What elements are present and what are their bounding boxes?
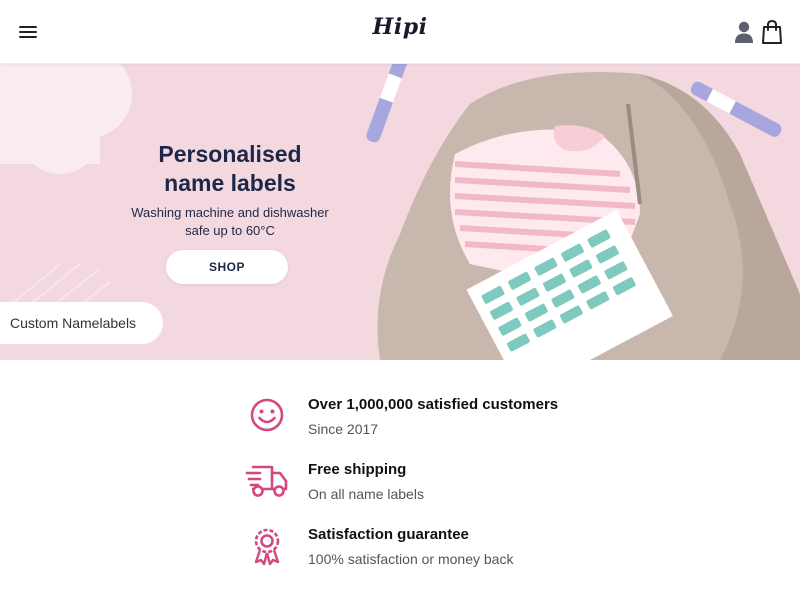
features-list: Over 1,000,000 satisfied customers Since… xyxy=(0,360,800,600)
feature-subtitle: 100% satisfaction or money back xyxy=(308,551,514,567)
account-icon[interactable] xyxy=(733,20,755,44)
hero-banner[interactable]: Personalised name labels Washing machine… xyxy=(0,64,800,360)
shop-button[interactable]: SHOP xyxy=(166,250,288,284)
feature-title: Free shipping xyxy=(308,461,407,478)
feature-subtitle: Since 2017 xyxy=(308,421,379,437)
menu-icon[interactable] xyxy=(14,18,42,46)
award-ribbon-icon xyxy=(244,526,290,572)
feature-item-shipping: Free shipping On all name labels xyxy=(244,461,604,517)
delivery-truck-icon xyxy=(244,461,290,507)
hero-subtitle: Washing machine and dishwasher safe up t… xyxy=(131,205,329,238)
site-header: Hipi xyxy=(0,0,800,64)
site-logo[interactable]: Hipi xyxy=(362,14,438,40)
feature-title: Over 1,000,000 satisfied customers xyxy=(308,396,559,413)
feature-item-guarantee: Satisfaction guarantee 100% satisfaction… xyxy=(244,526,604,582)
custom-namelabels-chip[interactable]: Custom Namelabels xyxy=(0,302,163,344)
smiley-icon xyxy=(244,396,290,442)
feature-item-customers: Over 1,000,000 satisfied customers Since… xyxy=(244,396,604,452)
shopping-bag-icon[interactable] xyxy=(760,19,784,45)
hero-title: Personalised name labels xyxy=(158,141,302,196)
feature-title: Satisfaction guarantee xyxy=(308,526,469,543)
feature-subtitle: On all name labels xyxy=(308,486,424,502)
